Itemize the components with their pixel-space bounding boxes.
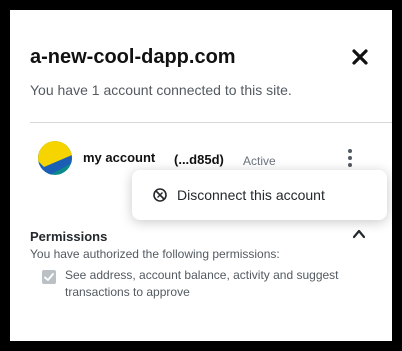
divider (30, 122, 392, 123)
connected-sites-dialog: a-new-cool-dapp.com You have 1 account c… (10, 10, 392, 341)
permissions-description: You have authorized the following permis… (30, 247, 280, 261)
account-options-icon[interactable] (344, 147, 356, 169)
permissions-title: Permissions (30, 229, 108, 244)
avatar (38, 141, 72, 175)
close-icon[interactable] (350, 47, 370, 67)
permission-item: See address, account balance, activity a… (65, 268, 339, 299)
disconnect-icon (152, 187, 168, 203)
chevron-up-icon[interactable] (352, 227, 366, 241)
account-name: my account (83, 150, 156, 165)
site-title: a-new-cool-dapp.com (30, 46, 236, 68)
account-status: Active (243, 154, 276, 168)
connected-accounts-text: You have 1 account connected to this sit… (30, 82, 292, 98)
disconnect-account-label: Disconnect this account (177, 187, 325, 203)
account-address: (...d85d) (174, 152, 224, 167)
disconnect-account-menu-item[interactable]: Disconnect this account (132, 170, 387, 220)
permission-checkbox[interactable] (42, 270, 56, 284)
